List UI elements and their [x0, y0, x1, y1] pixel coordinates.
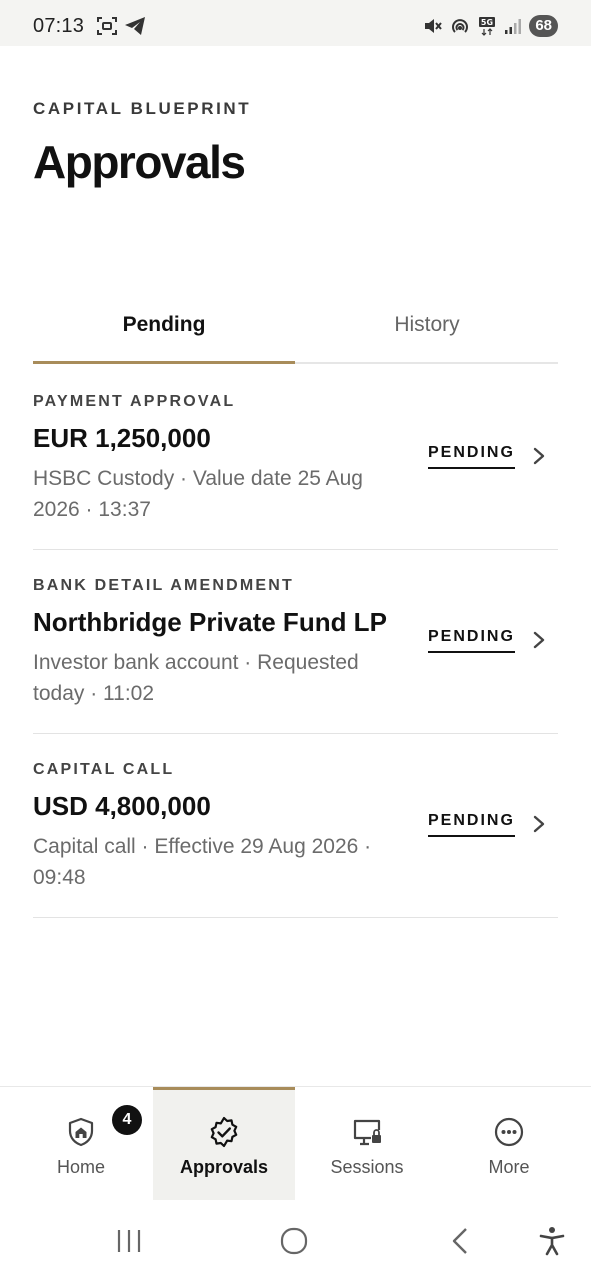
- approval-type: CAPITAL CALL: [33, 761, 175, 778]
- accessibility-icon[interactable]: [538, 1225, 566, 1257]
- nav-more[interactable]: More: [438, 1087, 580, 1200]
- nav-home[interactable]: 4 Home: [10, 1087, 152, 1200]
- approval-title: USD 4,800,000: [33, 791, 211, 821]
- status-badge: PENDING: [428, 812, 515, 837]
- status-badge: PENDING: [428, 444, 515, 469]
- nav-approvals[interactable]: Approvals: [153, 1087, 295, 1200]
- status-badge: PENDING: [428, 628, 515, 653]
- screenshot-icon: [97, 17, 117, 35]
- home-circle-icon[interactable]: [278, 1225, 310, 1257]
- notification-badge: 4: [112, 1105, 142, 1135]
- tab-pending[interactable]: Pending: [33, 300, 295, 364]
- approval-title: EUR 1,250,000: [33, 423, 211, 453]
- hotspot-icon: [452, 19, 469, 33]
- nav-more-label: More: [488, 1157, 530, 1177]
- approval-meta: Capital call · Effective 29 Aug 2026 · 0…: [33, 835, 372, 889]
- home-shield-icon: [68, 1117, 94, 1147]
- bottom-nav: 4 Home Approvals Sessions More: [0, 1086, 591, 1201]
- chevron-right-icon: [533, 447, 545, 465]
- nav-home-label: Home: [56, 1157, 105, 1177]
- more-circle-icon: [494, 1117, 524, 1147]
- signal-icon: [505, 19, 522, 34]
- chevron-right-icon: [533, 815, 545, 833]
- approval-meta: Investor bank account · Requested today …: [33, 651, 359, 705]
- nav-sessions[interactable]: Sessions: [296, 1087, 438, 1200]
- monitor-lock-icon: [353, 1119, 381, 1146]
- brand-name: CAPITAL BLUEPRINT: [33, 99, 252, 118]
- telegram-icon: [125, 17, 145, 35]
- verified-badge-icon: [210, 1116, 238, 1148]
- back-icon[interactable]: [448, 1225, 472, 1257]
- svg-text:5G: 5G: [481, 18, 493, 27]
- approval-meta: HSBC Custody · Value date 25 Aug 2026 · …: [33, 467, 363, 521]
- recent-apps-icon[interactable]: [114, 1225, 144, 1257]
- approval-item-payment[interactable]: PAYMENT APPROVAL EUR 1,250,000 HSBC Cust…: [33, 366, 558, 550]
- approval-title: Northbridge Private Fund LP: [33, 607, 387, 637]
- approvals-list: PAYMENT APPROVAL EUR 1,250,000 HSBC Cust…: [33, 366, 558, 918]
- tab-bar: Pending History: [33, 300, 558, 364]
- battery-indicator: 68: [529, 15, 558, 37]
- system-nav-bar: [0, 1201, 591, 1280]
- status-time: 07:13: [33, 15, 85, 37]
- mute-icon: [425, 19, 443, 33]
- tab-active-indicator: [33, 361, 295, 364]
- 5g-icon: 5G: [479, 17, 496, 36]
- nav-sessions-label: Sessions: [330, 1157, 404, 1177]
- tab-history-label: History: [394, 313, 460, 336]
- status-bar: 07:13 5G 68: [0, 0, 591, 46]
- chevron-right-icon: [533, 631, 545, 649]
- approval-type: PAYMENT APPROVAL: [33, 393, 236, 410]
- approval-item-bank-detail[interactable]: BANK DETAIL AMENDMENT Northbridge Privat…: [33, 550, 558, 734]
- page-title: Approvals: [33, 136, 246, 188]
- tab-pending-label: Pending: [122, 313, 206, 336]
- nav-approvals-label: Approvals: [179, 1157, 269, 1177]
- approval-item-capital-call[interactable]: CAPITAL CALL USD 4,800,000 Capital call …: [33, 734, 558, 918]
- tab-history[interactable]: History: [296, 300, 558, 362]
- approval-type: BANK DETAIL AMENDMENT: [33, 577, 295, 594]
